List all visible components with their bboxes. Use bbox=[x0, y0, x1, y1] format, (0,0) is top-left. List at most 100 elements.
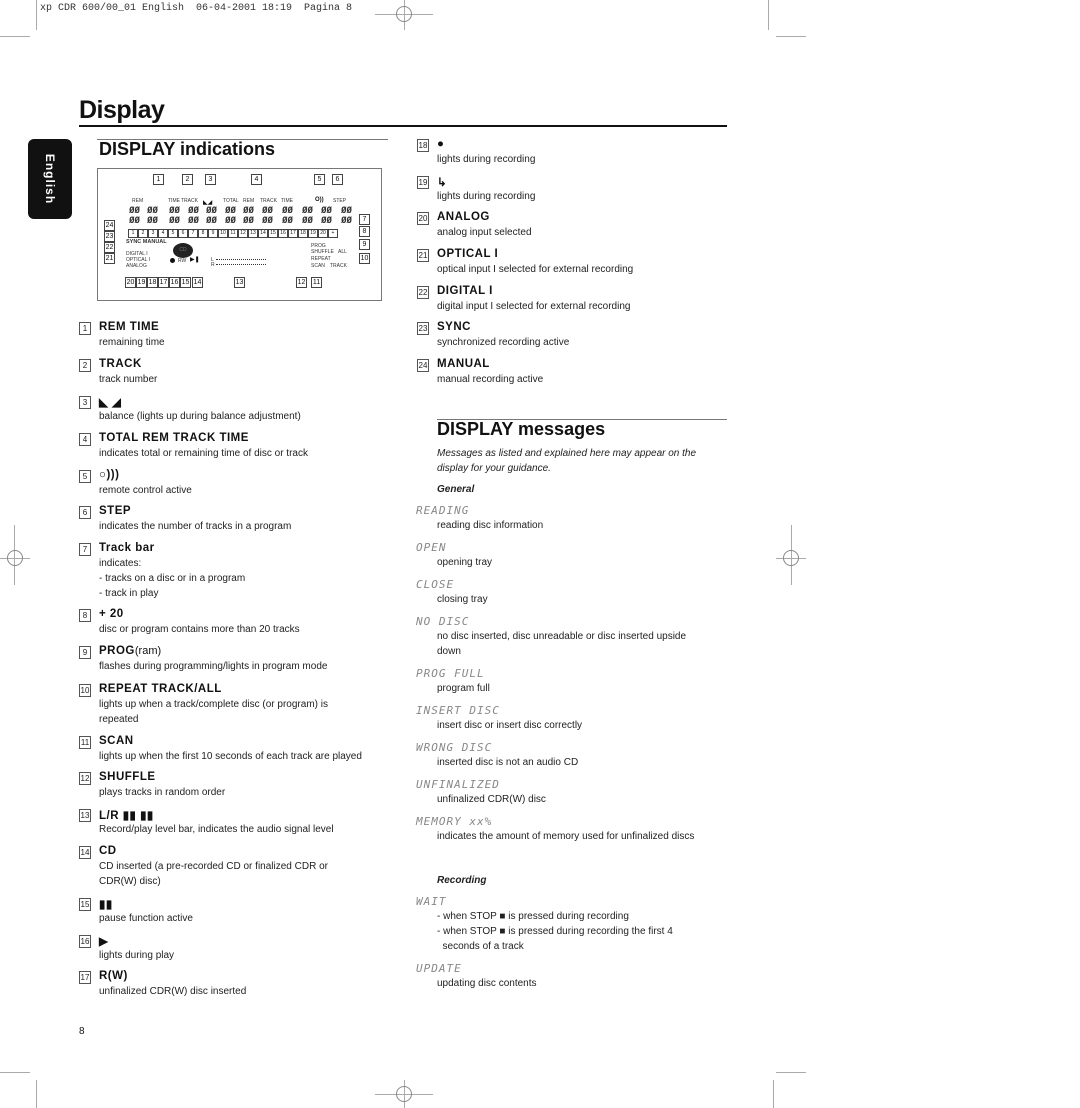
message-desc: no disc inserted, disc unreadable or dis… bbox=[437, 629, 686, 659]
track-bar-cell: 9 bbox=[208, 229, 218, 238]
cd-icon-label: CD bbox=[179, 247, 187, 253]
track-bar-cell: 14 bbox=[258, 229, 268, 238]
track-bar-cell: 11 bbox=[228, 229, 238, 238]
item-number: 5 bbox=[79, 470, 91, 483]
item-desc-line: lights up when a track/complete disc (or… bbox=[99, 699, 328, 710]
item-number: 17 bbox=[79, 971, 91, 984]
messages-intro: Messages as listed and explained here ma… bbox=[437, 446, 696, 476]
message-desc: insert disc or insert disc correctly bbox=[437, 718, 582, 733]
item-title: TOTAL REM TRACK TIME bbox=[99, 432, 249, 444]
item-desc: Record/play level bar, indicates the aud… bbox=[99, 822, 334, 837]
item-number: 22 bbox=[417, 286, 429, 299]
page-number: 8 bbox=[79, 1026, 85, 1037]
item-number: 4 bbox=[79, 433, 91, 446]
registration-mark-icon bbox=[783, 550, 799, 566]
item-desc-line: CD inserted (a pre-recorded CD or finali… bbox=[99, 861, 328, 872]
track-bar-cell: 17 bbox=[288, 229, 298, 238]
diagram-label-total: TOTAL bbox=[223, 198, 239, 204]
callout-6: 6 bbox=[332, 174, 343, 185]
registration-mark-icon bbox=[7, 550, 23, 566]
intro-line: Messages as listed and explained here ma… bbox=[437, 448, 697, 459]
message-desc-line: insert disc or insert disc correctly bbox=[437, 720, 583, 731]
item-desc-line: lights during recording bbox=[437, 191, 536, 202]
item-desc-line: lights during play bbox=[99, 950, 175, 961]
message-desc-line: - when STOP ■ is pressed during recordin… bbox=[437, 926, 673, 937]
item-desc: manual recording active bbox=[437, 372, 543, 387]
lcd-digit: ØØ ØØ bbox=[147, 206, 158, 226]
message-desc-line: opening tray bbox=[437, 557, 493, 568]
language-tab-label: English bbox=[43, 153, 57, 205]
play-pause-icon: ▶❚ bbox=[190, 257, 200, 263]
diagram-label-rw: RW bbox=[178, 258, 187, 264]
diagram-label-analog: ANALOG bbox=[126, 263, 147, 269]
crop-mark bbox=[776, 1072, 806, 1073]
item-title: ◣ ◢ bbox=[99, 397, 122, 409]
item-number: 24 bbox=[417, 359, 429, 372]
item-desc-line: disc or program contains more than 20 tr… bbox=[99, 624, 300, 635]
item-desc: flashes during programming/lights in pro… bbox=[99, 659, 327, 674]
diagram-label-sync-manual: SYNC MANUAL bbox=[126, 239, 167, 245]
callout-8: 8 bbox=[359, 226, 370, 237]
message-desc-line: seconds of a track bbox=[437, 941, 524, 952]
item-title-suffix: (ram) bbox=[134, 645, 162, 657]
lcd-digit: ØØ ØØ bbox=[225, 206, 236, 226]
item-desc-line: indicates total or remaining time of dis… bbox=[99, 448, 308, 459]
item-desc-line: CDR(W) disc) bbox=[99, 876, 161, 887]
track-bar-cell: 13 bbox=[248, 229, 258, 238]
item-number: 20 bbox=[417, 212, 429, 225]
message-desc-line: closing tray bbox=[437, 594, 488, 605]
track-bar-cell: 16 bbox=[278, 229, 288, 238]
item-number: 21 bbox=[417, 249, 429, 262]
message-desc-line: unfinalized CDR(W) disc bbox=[437, 794, 546, 805]
item-desc: disc or program contains more than 20 tr… bbox=[99, 622, 300, 637]
diagram-label-time: TIME bbox=[168, 198, 180, 204]
item-title: SCAN bbox=[99, 735, 134, 747]
track-bar-cell: 2 bbox=[138, 229, 148, 238]
track-bar-cell: 3 bbox=[148, 229, 158, 238]
item-number: 8 bbox=[79, 609, 91, 622]
callout-18: 18 bbox=[147, 277, 158, 288]
message-desc-line: reading disc information bbox=[437, 520, 544, 531]
recording-heading: Recording bbox=[437, 875, 487, 886]
item-title: CD bbox=[99, 845, 117, 857]
callout-12: 12 bbox=[296, 277, 307, 288]
item-desc-line: synchronized recording active bbox=[437, 337, 570, 348]
callout-22: 22 bbox=[104, 242, 115, 253]
track-bar-cell: 5 bbox=[168, 229, 178, 238]
track-bar-cell: 10 bbox=[218, 229, 228, 238]
message-desc-line: inserted disc is not an audio CD bbox=[437, 757, 579, 768]
callout-11: 11 bbox=[311, 277, 322, 288]
lcd-digit: ØØ ØØ bbox=[243, 206, 254, 226]
diagram-label-scan: SCAN bbox=[311, 263, 325, 269]
lcd-digit: ØØ ØØ bbox=[341, 206, 352, 226]
callout-3: 3 bbox=[205, 174, 216, 185]
lcd-message-code: OPEN bbox=[416, 541, 447, 554]
item-desc-line: remaining time bbox=[99, 337, 165, 348]
lcd-message-code: MEMORY xx% bbox=[416, 815, 493, 828]
item-desc-line: lights during recording bbox=[437, 154, 536, 165]
lcd-digit: ØØ ØØ bbox=[129, 206, 140, 226]
item-title: SHUFFLE bbox=[99, 771, 156, 783]
item-number: 2 bbox=[79, 359, 91, 372]
callout-21: 21 bbox=[104, 253, 115, 264]
callout-15: 15 bbox=[180, 277, 191, 288]
callout-24: 24 bbox=[104, 220, 115, 231]
message-desc-line: - when STOP ■ is pressed during recordin… bbox=[437, 911, 629, 922]
diagram-label-repeat: REPEAT bbox=[311, 256, 331, 262]
item-title: ○))) bbox=[99, 469, 120, 481]
item-desc-line: indicates the number of tracks in a prog… bbox=[99, 521, 292, 532]
item-desc: digital input I selected for external re… bbox=[437, 299, 630, 314]
item-desc-line: digital input I selected for external re… bbox=[437, 301, 631, 312]
message-desc: - when STOP ■ is pressed during recordin… bbox=[437, 909, 673, 954]
diagram-label-track2: TRACK bbox=[260, 198, 277, 204]
lcd-message-code: READING bbox=[416, 504, 470, 517]
item-title: DIGITAL I bbox=[437, 285, 493, 297]
item-title: ▮▮ bbox=[99, 899, 113, 911]
message-desc: indicates the amount of memory used for … bbox=[437, 829, 694, 844]
crop-mark bbox=[776, 36, 806, 37]
message-desc-line: program full bbox=[437, 683, 490, 694]
item-title: REPEAT TRACK/ALL bbox=[99, 683, 222, 695]
item-desc: synchronized recording active bbox=[437, 335, 569, 350]
callout-10: 10 bbox=[359, 253, 370, 264]
message-desc-line: no disc inserted, disc unreadable or dis… bbox=[437, 631, 687, 642]
